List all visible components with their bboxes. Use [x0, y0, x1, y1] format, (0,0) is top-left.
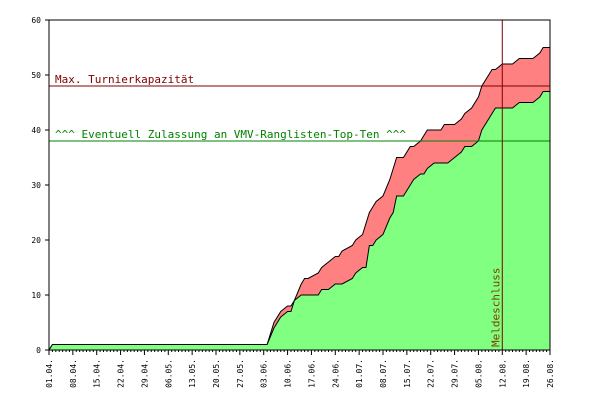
y-tick-label: 30 [31, 181, 41, 190]
x-tick-label: 27.05. [236, 359, 245, 388]
x-tick-label: 01.07. [355, 359, 364, 388]
x-tick-label: 17.06. [307, 359, 316, 388]
x-tick-label: 08.07. [379, 359, 388, 388]
capacity-reference-label: Max. Turnierkapazität [55, 73, 194, 86]
x-tick-label: 06.05. [164, 359, 173, 388]
y-tick-label: 0 [36, 346, 41, 355]
x-tick-label: 13.05. [188, 359, 197, 388]
x-tick-label: 12.08. [498, 359, 507, 388]
x-tick-label: 05.08. [474, 359, 483, 388]
y-tick-label: 10 [31, 291, 41, 300]
chart-container: Max. Turnierkapazität ^^^ Eventuell Zulas… [0, 0, 600, 400]
x-tick-label: 22.07. [427, 359, 436, 388]
x-tick-label: 01.04. [45, 359, 54, 388]
x-tick-label: 24.06. [331, 359, 340, 388]
y-tick-label: 50 [31, 71, 41, 80]
x-tick-label: 29.04. [140, 359, 149, 388]
chart-svg: Max. Turnierkapazität ^^^ Eventuell Zulas… [0, 0, 600, 400]
x-tick-label: 20.05. [212, 359, 221, 388]
x-tick-label: 15.07. [403, 359, 412, 388]
x-tick-label: 22.04. [117, 359, 126, 388]
x-tick-label: 08.04. [69, 359, 78, 388]
x-tick-label: 10.06. [284, 359, 293, 388]
x-tick-label: 19.08. [522, 359, 531, 388]
y-tick-label: 60 [31, 16, 41, 25]
x-tick-label: 29.07. [451, 359, 460, 388]
deadline-reference-label: Meldeschluss [489, 268, 502, 347]
topten-reference-label: ^^^ Eventuell Zulassung an VMV-Rangliste… [55, 128, 406, 141]
x-tick-label: 15.04. [93, 359, 102, 388]
x-tick-label: 03.06. [260, 359, 269, 388]
y-tick-label: 20 [31, 236, 41, 245]
x-tick-label: 26.08. [546, 359, 555, 388]
y-tick-label: 40 [31, 126, 41, 135]
